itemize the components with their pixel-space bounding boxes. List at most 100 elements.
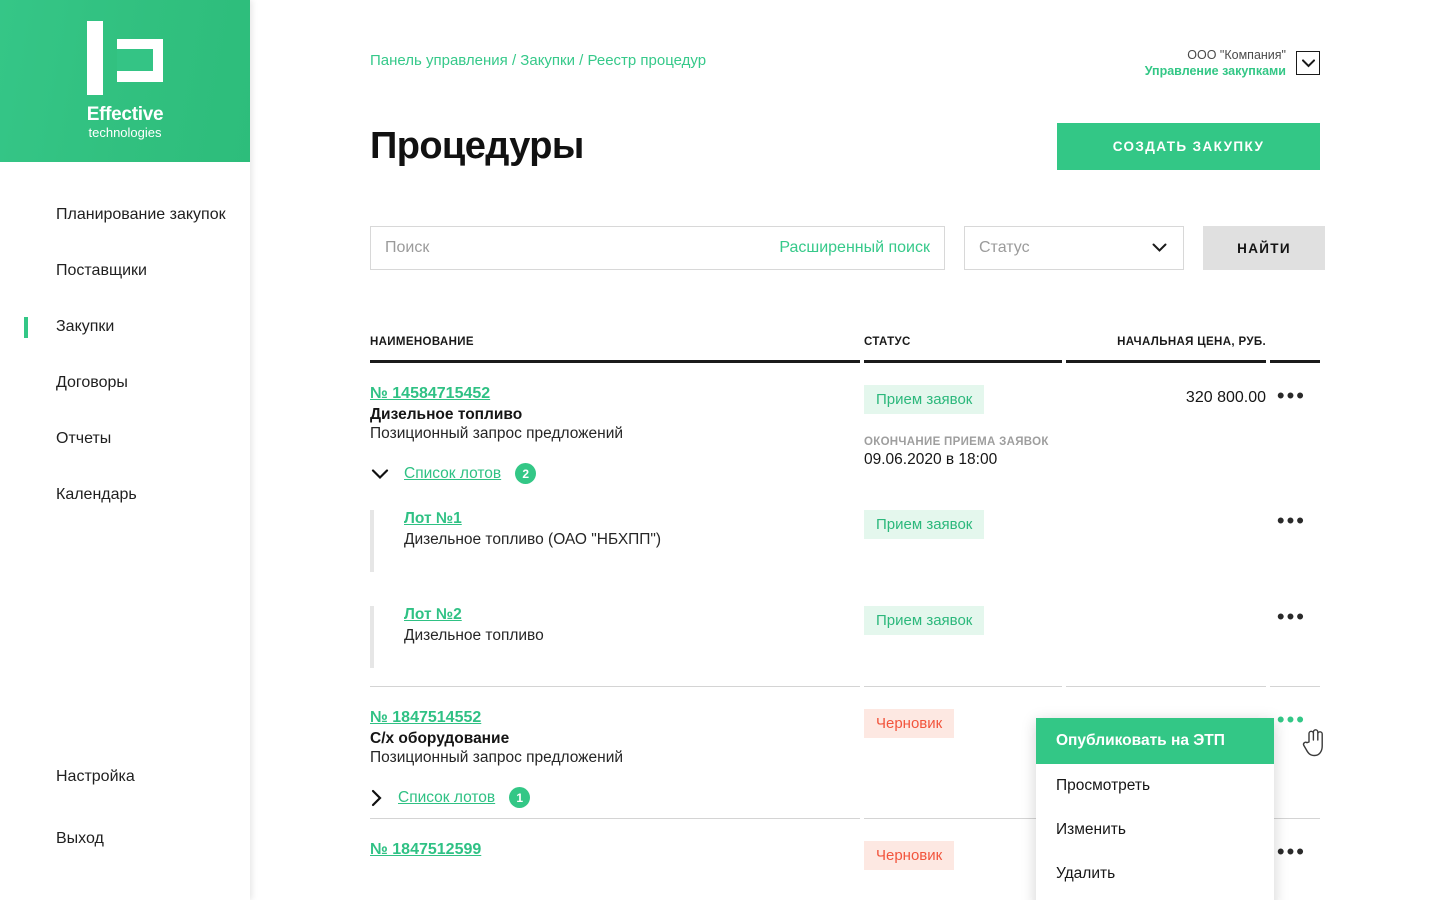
sidebar-item-purchases[interactable]: Закупки	[0, 316, 250, 339]
row-name-cell: № 1847512599	[370, 841, 864, 870]
row-actions-cell: •••	[1270, 841, 1320, 870]
lots-toggle[interactable]: Список лотов 1	[370, 787, 864, 808]
column-header-price: НАЧАЛЬНАЯ ЦЕНА, РУБ.	[1117, 336, 1266, 348]
ellipsis-icon[interactable]: •••	[1277, 709, 1306, 808]
lot-actions-cell: •••	[1270, 510, 1320, 572]
sidebar-item-label: Отчеты	[56, 430, 112, 448]
page-header: Процедуры СОЗДАТЬ ЗАКУПКУ	[370, 123, 1320, 170]
procedure-title: Дизельное топливо	[370, 406, 523, 423]
menu-item-view[interactable]: Просмотреть	[1036, 764, 1274, 808]
sidebar-item-label: Закупки	[56, 318, 115, 336]
lot-actions-cell: •••	[1270, 606, 1320, 668]
search-field-wrap: Расширенный поиск	[370, 226, 945, 270]
procedure-number-link[interactable]: № 1847514552	[370, 709, 481, 727]
sidebar-nav: Планирование закупок Поставщики Закупки …	[0, 162, 250, 506]
brand-logo[interactable]: Effective technologies	[0, 0, 250, 162]
chevron-down-icon	[1152, 243, 1167, 252]
sidebar-item-contracts[interactable]: Договоры	[0, 372, 250, 394]
lot-price-cell	[1066, 606, 1270, 668]
account-company: ООО "Компания"	[1187, 48, 1286, 62]
chevron-right-icon	[371, 789, 382, 806]
sidebar-item-suppliers[interactable]: Поставщики	[0, 260, 250, 282]
procedure-number-link[interactable]: № 1847512599	[370, 841, 481, 859]
menu-item-delete[interactable]: Удалить	[1036, 852, 1274, 896]
sidebar-item-calendar[interactable]: Календарь	[0, 484, 250, 506]
deadline-label: ОКОНЧАНИЕ ПРИЕМА ЗАЯВОК	[864, 436, 1049, 448]
sidebar-item-label: Планирование закупок	[56, 206, 226, 223]
table-header-row: НАИМЕНОВАНИЕ СТАТУС НАЧАЛЬНАЯ ЦЕНА, РУБ.	[370, 336, 1320, 360]
procedure-subtitle: Позиционный запрос предложений	[370, 425, 624, 442]
lots-count-badge: 2	[515, 463, 537, 484]
lots-list-link[interactable]: Список лотов	[398, 789, 495, 807]
app-root: Effective technologies Планирование заку…	[0, 0, 1440, 900]
sidebar-item-label: Календарь	[56, 486, 137, 504]
status-badge: Прием заявок	[864, 606, 985, 635]
sidebar-bottom-nav: Настройка Выход	[0, 766, 250, 900]
chevron-down-icon	[371, 468, 389, 479]
chevron-down-icon[interactable]	[1296, 51, 1320, 75]
lot-status-cell: Прием заявок	[864, 510, 1066, 572]
column-header-name: НАИМЕНОВАНИЕ	[370, 336, 474, 348]
row-status-cell: Прием заявок ОКОНЧАНИЕ ПРИЕМА ЗАЯВОК 09.…	[864, 385, 1066, 484]
advanced-search-link[interactable]: Расширенный поиск	[779, 239, 944, 257]
lots-count-badge: 1	[509, 787, 531, 808]
lot-price-cell	[1066, 510, 1270, 572]
lot-name-cell: Лот №1 Дизельное топливо (ОАО "НБХПП")	[370, 510, 864, 572]
sidebar-item-reports[interactable]: Отчеты	[0, 428, 250, 450]
lot-name-cell: Лот №2 Дизельное топливо	[370, 606, 864, 668]
brand-tagline: technologies	[88, 125, 162, 141]
topbar: Панель управления / Закупки / Реестр про…	[370, 0, 1320, 79]
sidebar: Effective technologies Планирование заку…	[0, 0, 250, 900]
menu-item-edit[interactable]: Изменить	[1036, 808, 1274, 852]
ellipsis-icon[interactable]: •••	[1277, 385, 1306, 484]
procedure-title: С/х оборудование	[370, 730, 510, 747]
column-header-actions	[1270, 336, 1320, 348]
table-row[interactable]: № 14584715452 Дизельное топливо Позицион…	[370, 363, 1320, 494]
account-text: ООО "Компания" Управление закупками	[1145, 47, 1286, 79]
ellipsis-icon[interactable]: •••	[1277, 606, 1306, 668]
status-badge: Черновик	[864, 841, 955, 870]
sidebar-item-label: Договоры	[56, 374, 128, 392]
status-select-value: Статус	[979, 239, 1030, 256]
column-header-status: СТАТУС	[864, 336, 911, 348]
filters-bar: Расширенный поиск Статус НАЙТИ	[370, 226, 1325, 270]
deadline-value: 09.06.2020 в 18:00	[864, 451, 998, 468]
sidebar-item-logout[interactable]: Выход	[0, 828, 250, 850]
lots-list-link[interactable]: Список лотов	[404, 465, 501, 483]
status-select[interactable]: Статус	[964, 226, 1184, 270]
lot-row[interactable]: Лот №2 Дизельное топливо Прием заявок ••…	[370, 590, 1320, 686]
row-price-cell: 320 800.00	[1185, 389, 1266, 406]
table-header-rule	[370, 360, 1320, 363]
sidebar-item-label: Выход	[56, 829, 104, 847]
chevron-down-glyph	[1301, 58, 1315, 67]
breadcrumb[interactable]: Панель управления / Закупки / Реестр про…	[370, 52, 706, 69]
row-separator	[370, 686, 1320, 687]
sidebar-item-settings[interactable]: Настройка	[0, 766, 250, 788]
lot-description: Дизельное топливо	[404, 627, 544, 644]
account-selector[interactable]: ООО "Компания" Управление закупками	[1145, 47, 1320, 79]
sidebar-item-label: Настройка	[56, 767, 135, 785]
row-name-cell: № 14584715452 Дизельное топливо Позицион…	[370, 385, 864, 484]
effective-logo-icon	[87, 21, 163, 96]
search-submit-button[interactable]: НАЙТИ	[1203, 226, 1325, 270]
row-actions-cell: •••	[1270, 709, 1320, 808]
ellipsis-icon[interactable]: •••	[1277, 510, 1306, 572]
create-purchase-button[interactable]: СОЗДАТЬ ЗАКУПКУ	[1057, 123, 1320, 170]
row-name-cell: № 1847514552 С/х оборудование Позиционны…	[370, 709, 864, 808]
main-content: Панель управления / Закупки / Реестр про…	[250, 0, 1440, 900]
status-badge: Прием заявок	[864, 510, 985, 539]
lots-toggle[interactable]: Список лотов 2	[370, 463, 864, 484]
search-input[interactable]	[371, 227, 780, 269]
procedure-number-link[interactable]: № 14584715452	[370, 385, 490, 403]
sidebar-item-planning[interactable]: Планирование закупок	[0, 204, 250, 226]
lot-number-link[interactable]: Лот №2	[404, 606, 462, 623]
lot-number-link[interactable]: Лот №1	[404, 510, 462, 527]
ellipsis-icon[interactable]: •••	[1277, 841, 1306, 870]
page-title: Процедуры	[370, 125, 584, 167]
menu-item-publish[interactable]: Опубликовать на ЭТП	[1036, 718, 1274, 764]
row-actions-cell: •••	[1270, 385, 1320, 484]
row-context-menu: Опубликовать на ЭТП Просмотреть Изменить…	[1036, 718, 1274, 900]
account-role: Управление закупками	[1144, 64, 1286, 78]
procedure-subtitle: Позиционный запрос предложений	[370, 749, 624, 766]
lot-row[interactable]: Лот №1 Дизельное топливо (ОАО "НБХПП") П…	[370, 494, 1320, 590]
